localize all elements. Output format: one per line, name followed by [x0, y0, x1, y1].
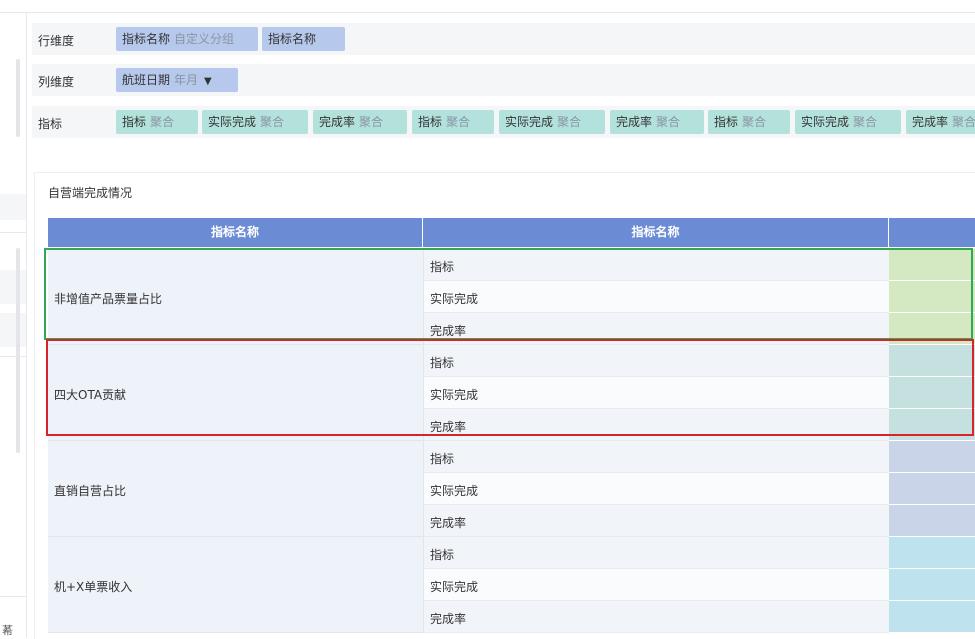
pill-sub: 聚合 — [150, 115, 175, 129]
value-cell — [889, 537, 975, 569]
pill-name: 实际完成 — [208, 115, 257, 129]
pill-sub: 聚合 — [656, 115, 681, 129]
table-header-cell[interactable]: 指标名称 — [423, 218, 889, 247]
pill-sub: 年月 — [174, 73, 199, 87]
green-highlight-box — [44, 248, 973, 340]
row-dimension-label: 行维度 — [38, 34, 75, 48]
row-dimension-pill[interactable]: 指标名称 自定义分组 — [116, 27, 258, 51]
row-dimension-bar: 行维度 指标名称 自定义分组 指标名称 — [32, 23, 975, 55]
table-header-cell[interactable]: 指标名称 — [48, 218, 423, 247]
pill-name: 完成率 — [912, 115, 949, 129]
pill-name: 完成率 — [319, 115, 356, 129]
metrics-bar: 指标 指标 聚合 实际完成 聚合 完成率 聚合 指标 聚合 实际完成 聚合 完成率 聚合 指… — [32, 106, 975, 138]
left-panel: 莃 — [0, 13, 27, 638]
pill-sub: 聚合 — [853, 115, 878, 129]
metric-pill[interactable]: 完成率 聚合 — [610, 110, 704, 134]
row-dimension-pill[interactable]: 指标名称 — [262, 27, 345, 51]
pill-name: 完成率 — [616, 115, 653, 129]
table-group-cell: 机+X单票收入 — [48, 537, 423, 633]
pill-name: 指标 — [714, 115, 739, 129]
pill-name: 指标 — [122, 115, 147, 129]
pill-sub: 聚合 — [260, 115, 285, 129]
funnel-icon[interactable]: ▼ — [204, 76, 212, 87]
left-panel-item[interactable] — [0, 313, 26, 347]
pill-sub: 聚合 — [557, 115, 582, 129]
table-group-cell: 直销自营占比 — [48, 441, 423, 537]
left-panel-divider — [0, 596, 26, 597]
pill-name: 指标名称 — [122, 32, 171, 46]
metric-pill[interactable]: 实际完成 聚合 — [202, 110, 308, 134]
pill-sub: 聚合 — [952, 115, 975, 129]
table-row: 指标 — [423, 537, 890, 569]
table-row: 实际完成 — [423, 473, 890, 505]
metric-label: 指标 — [430, 452, 455, 466]
red-highlight-box — [46, 339, 974, 436]
table-row: 完成率 — [423, 601, 890, 633]
metric-pill[interactable]: 完成率 聚合 — [906, 110, 975, 134]
pill-name: 指标名称 — [268, 32, 317, 46]
left-panel-band — [0, 194, 26, 220]
metric-label: 完成率 — [430, 612, 467, 626]
table-row: 完成率 — [423, 505, 890, 537]
left-panel-divider — [0, 356, 26, 357]
metric-pill[interactable]: 指标 聚合 — [412, 110, 494, 134]
left-panel-scrollbar[interactable] — [16, 59, 20, 137]
value-cell — [889, 569, 975, 601]
column-dimension-label: 列维度 — [38, 75, 75, 89]
metric-pill[interactable]: 指标 聚合 — [116, 110, 198, 134]
pill-sub: 聚合 — [742, 115, 767, 129]
metric-pill[interactable]: 实际完成 聚合 — [499, 110, 605, 134]
pill-name: 实际完成 — [801, 115, 850, 129]
table-row: 实际完成 — [423, 569, 890, 601]
metric-label: 指标 — [430, 548, 455, 562]
left-panel-scrollbar-2[interactable] — [16, 248, 20, 453]
value-cell — [889, 601, 975, 633]
value-cell — [889, 441, 975, 473]
top-divider — [0, 12, 975, 13]
value-cell — [889, 473, 975, 505]
pill-name: 航班日期 — [122, 73, 171, 87]
table-header-cell[interactable] — [889, 218, 975, 247]
left-panel-divider — [0, 232, 26, 233]
pill-sub: 聚合 — [446, 115, 471, 129]
card-title: 自营端完成情况 — [48, 186, 133, 200]
metric-label: 实际完成 — [430, 484, 479, 498]
group-label: 机+X单票收入 — [54, 580, 133, 594]
pill-sub: 聚合 — [359, 115, 384, 129]
metric-pill[interactable]: 指标 聚合 — [708, 110, 790, 134]
metric-pill[interactable]: 完成率 聚合 — [313, 110, 407, 134]
left-panel-item[interactable] — [0, 270, 26, 304]
column-dimension-bar: 列维度 航班日期 年月 ▼ — [32, 64, 975, 96]
pill-name: 实际完成 — [505, 115, 554, 129]
pill-sub: 自定义分组 — [174, 32, 235, 46]
pill-name: 指标 — [418, 115, 443, 129]
group-label: 直销自营占比 — [54, 484, 127, 498]
metrics-label: 指标 — [38, 117, 63, 131]
metric-label: 实际完成 — [430, 580, 479, 594]
left-panel-partial-text: 莃 — [2, 624, 13, 637]
metric-label: 完成率 — [430, 516, 467, 530]
value-cell — [889, 505, 975, 537]
table-row: 指标 — [423, 441, 890, 473]
column-dimension-pill[interactable]: 航班日期 年月 ▼ — [116, 68, 238, 92]
metric-pill[interactable]: 实际完成 聚合 — [795, 110, 901, 134]
